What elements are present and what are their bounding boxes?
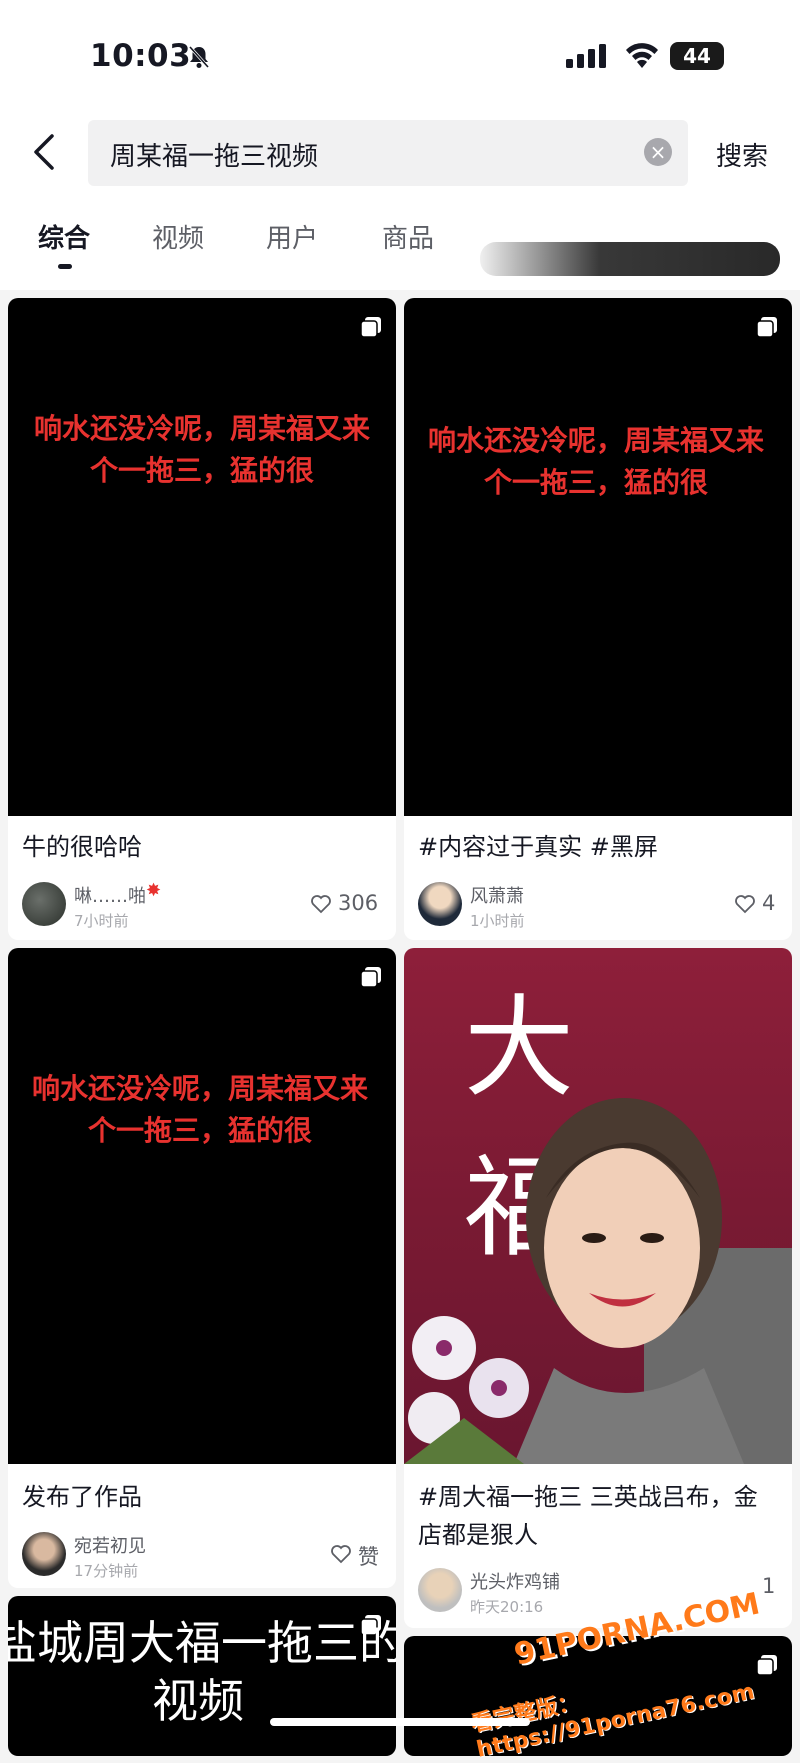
cellular-signal-icon [566, 44, 606, 68]
avatar[interactable] [22, 882, 66, 926]
heart-icon[interactable] [310, 894, 332, 914]
multi-image-icon [360, 317, 381, 338]
search-query-text[interactable]: 周某福一拖三视频 [110, 136, 318, 173]
avatar[interactable] [22, 1532, 66, 1576]
multi-image-icon [756, 317, 777, 338]
wifi-icon [626, 43, 658, 68]
video-thumbnail[interactable] [8, 948, 396, 1464]
post-time: 昨天20:16 [470, 1598, 544, 1616]
post-time: 1小时前 [470, 912, 525, 930]
tab-video[interactable]: 视频 [152, 218, 204, 255]
card-title[interactable]: #内容过于真实 #黑屏 [418, 828, 658, 866]
card-title[interactable]: 牛的很哈哈 [22, 828, 142, 866]
heart-icon[interactable] [330, 1544, 352, 1564]
search-button[interactable]: 搜索 [716, 136, 768, 173]
clock: 10:03 [90, 38, 192, 74]
search-header: 周某福一拖三视频 × 搜索 [0, 110, 800, 190]
back-arrow-icon[interactable] [30, 132, 60, 172]
like-count: 4 [762, 891, 776, 915]
bell-muted-icon [188, 45, 210, 69]
overlay-text: 响水还没冷呢，周某福又来个一拖三，猛的很 [427, 424, 764, 499]
like-count: 306 [338, 891, 379, 915]
search-input[interactable]: 周某福一拖三视频 × [88, 120, 688, 186]
video-thumbnail[interactable] [404, 298, 792, 816]
post-time: 17分钟前 [74, 1562, 139, 1580]
overlay-text: 响水还没冷呢，周某福又来个一拖三，猛的很 [33, 412, 370, 487]
author-name[interactable]: 风萧萧 [470, 882, 524, 908]
overlay-text: 盐城周大福一拖三的视频 [8, 1616, 396, 1728]
result-card[interactable]: 盐城周大福一拖三的视频 [8, 1596, 396, 1756]
result-card[interactable]: 大 福 #周大福一拖三 三英战吕布，金店都是狠人 光头炸鸡铺 昨天20:16 1 [404, 948, 792, 1628]
overlay-text: 响水还没冷呢，周某福又来个一拖三，猛的很 [31, 1072, 368, 1147]
status-bar: 10:03 44 [0, 0, 800, 110]
avatar[interactable] [418, 1568, 462, 1612]
post-time: 7小时前 [74, 912, 129, 930]
home-indicator [270, 1718, 530, 1726]
search-tabs: 综合 视频 用户 商品 [0, 190, 800, 290]
result-card[interactable]: 响水还没冷呢，周某福又来个一拖三，猛的很 发布了作品 宛若初见 17分钟前 赞 [8, 948, 396, 1588]
tab-indicator [58, 264, 72, 269]
burst-icon: ✸ [146, 880, 162, 901]
clear-icon[interactable]: × [644, 138, 672, 166]
result-card[interactable]: 响水还没冷呢，周某福又来个一拖三，猛的很 #内容过于真实 #黑屏 风萧萧 1小时… [404, 298, 792, 940]
heart-icon[interactable] [734, 894, 756, 914]
tab-all[interactable]: 综合 [38, 218, 90, 255]
result-card[interactable]: 响水还没冷呢，周某福又来个一拖三，猛的很 牛的很哈哈 啉……啪 ✸ 7小时前 3… [8, 298, 396, 940]
card-title[interactable]: #周大福一拖三 三英战吕布，金店都是狠人 [418, 1478, 778, 1554]
card-title[interactable]: 发布了作品 [22, 1478, 142, 1516]
person-photo [404, 1098, 792, 1464]
tab-goods[interactable]: 商品 [382, 218, 434, 255]
like-count: 1 [762, 1574, 776, 1598]
redaction-scribble [480, 242, 780, 276]
author-name[interactable]: 啉……啪 [74, 882, 146, 908]
battery-indicator: 44 [670, 42, 724, 70]
multi-image-icon [360, 967, 381, 988]
tab-user[interactable]: 用户 [266, 218, 318, 255]
avatar[interactable] [418, 882, 462, 926]
author-name[interactable]: 宛若初见 [74, 1532, 146, 1558]
author-name[interactable]: 光头炸鸡铺 [470, 1568, 560, 1594]
like-count: 赞 [358, 1545, 379, 1569]
video-thumbnail[interactable]: 大 福 [404, 948, 792, 1464]
video-thumbnail[interactable] [8, 298, 396, 816]
